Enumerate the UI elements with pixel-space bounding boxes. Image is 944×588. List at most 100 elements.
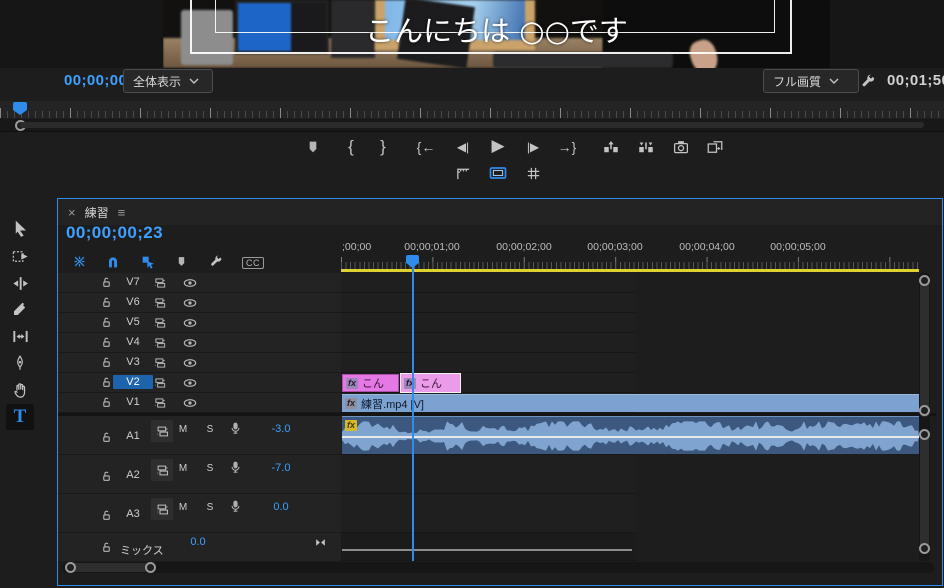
track-output-eye-icon[interactable] <box>182 395 198 411</box>
audio-clip-a1[interactable]: fx <box>342 416 919 454</box>
track-output-eye-icon[interactable] <box>182 295 198 311</box>
h-scroll-thumb[interactable] <box>68 563 152 572</box>
pen-tool[interactable] <box>6 350 34 376</box>
solo-button[interactable]: S <box>203 502 217 513</box>
track-lock-icon[interactable] <box>100 470 113 483</box>
captions-button[interactable]: CC <box>240 252 266 273</box>
linked-selection-button[interactable] <box>135 251 161 272</box>
play-button[interactable]: ▶ <box>485 134 511 158</box>
video-scroll-thumb[interactable] <box>920 277 929 417</box>
graphic-clip-2-selected[interactable]: fx こん <box>400 373 461 393</box>
track-output-eye-icon[interactable] <box>182 275 198 291</box>
track-name[interactable]: V7 <box>113 275 153 289</box>
go-to-in-button[interactable]: {← <box>413 135 439 159</box>
timeline-lane-v3[interactable] <box>341 353 636 373</box>
timeline-timecode[interactable]: 00;00;00;23 <box>66 223 163 243</box>
volume-rubber-band[interactable] <box>342 436 919 438</box>
program-monitor-preview[interactable]: こんにちは ○○です <box>163 0 830 68</box>
panel-menu-icon[interactable]: ≡ <box>118 205 126 220</box>
timeline-horizontal-scrollbar[interactable] <box>62 562 934 573</box>
timeline-settings-button[interactable] <box>202 251 228 272</box>
track-lock-icon[interactable] <box>100 316 113 329</box>
hand-tool[interactable] <box>6 377 34 403</box>
track-lock-icon[interactable] <box>100 396 113 409</box>
track-name[interactable]: A2 <box>113 468 153 482</box>
sync-lock-icon[interactable] <box>151 420 173 442</box>
grid-button[interactable] <box>520 161 546 185</box>
caption-text[interactable]: こんにちは ○○です <box>163 8 830 50</box>
track-lock-icon[interactable] <box>100 296 113 309</box>
master-volume-band[interactable] <box>342 549 632 551</box>
track-lock-icon[interactable] <box>100 276 113 289</box>
voiceover-mic-icon[interactable] <box>228 499 243 514</box>
monitor-zoom-select[interactable]: 全体表示 <box>123 69 213 93</box>
collapse-tracks-icon[interactable] <box>314 536 327 549</box>
go-to-out-button[interactable]: →} <box>554 135 580 159</box>
track-lock-icon[interactable] <box>100 376 113 389</box>
selection-tool[interactable] <box>6 215 34 241</box>
track-name[interactable]: V3 <box>113 355 153 369</box>
solo-button[interactable]: S <box>203 424 217 435</box>
track-output-eye-icon[interactable] <box>182 315 198 331</box>
monitor-settings-button[interactable] <box>856 70 878 92</box>
scroll-handle[interactable] <box>919 275 930 286</box>
add-marker-button[interactable] <box>300 135 326 159</box>
track-name[interactable]: V5 <box>113 315 153 329</box>
lift-button[interactable] <box>598 135 624 159</box>
scroll-handle[interactable] <box>919 543 930 554</box>
track-select-forward-tool[interactable] <box>6 243 34 269</box>
track-lock-icon[interactable] <box>100 509 113 522</box>
extract-button[interactable] <box>633 135 659 159</box>
track-name[interactable]: V4 <box>113 335 153 349</box>
track-lock-icon[interactable] <box>100 356 113 369</box>
nest-toggle-button[interactable] <box>66 251 92 272</box>
track-lock-icon[interactable] <box>100 541 113 554</box>
sync-lock-icon[interactable] <box>153 376 167 390</box>
sync-lock-icon[interactable] <box>153 316 167 330</box>
timeline-tab-label[interactable]: 練習 <box>85 204 109 221</box>
mix-track-name[interactable]: ミックス <box>120 542 164 558</box>
timeline-lane-mix[interactable] <box>341 533 636 561</box>
sync-lock-icon[interactable] <box>153 276 167 290</box>
timeline-lane-v6[interactable] <box>341 293 636 313</box>
timeline-lane-v5[interactable] <box>341 313 636 333</box>
track-output-eye-icon[interactable] <box>182 335 198 351</box>
track-lock-icon[interactable] <box>100 336 113 349</box>
monitor-time-ruler[interactable] <box>0 101 944 118</box>
timeline-lane-a2[interactable] <box>341 455 636 494</box>
track-lock-icon[interactable] <box>100 431 113 444</box>
timeline-ruler[interactable]: ;00;00 00;00;01;00 00;00;02;00 00;00;03;… <box>341 239 936 273</box>
step-back-button[interactable]: ◀| <box>450 135 476 159</box>
monitor-zoom-scrollbar[interactable] <box>0 119 944 131</box>
track-gain-value[interactable]: -7.0 <box>253 462 309 474</box>
track-name[interactable]: A1 <box>113 429 153 443</box>
scroll-handle[interactable] <box>919 429 930 440</box>
sync-lock-icon[interactable] <box>151 498 173 520</box>
timeline-playhead-line[interactable] <box>412 267 414 561</box>
audio-scroll-thumb[interactable] <box>920 431 929 551</box>
track-name-targeted[interactable]: V2 <box>113 375 153 389</box>
close-icon[interactable]: × <box>68 205 76 220</box>
timeline-lane-v7[interactable] <box>341 273 636 293</box>
video-clip-v1[interactable]: fx 練習.mp4 [V] <box>342 394 919 412</box>
add-marker-button-timeline[interactable] <box>168 251 194 272</box>
sync-lock-icon[interactable] <box>153 356 167 370</box>
type-tool[interactable]: T <box>6 404 34 430</box>
timeline-lane-v4[interactable] <box>341 333 636 353</box>
mark-out-button[interactable]: } <box>370 135 396 159</box>
sync-lock-icon[interactable] <box>151 459 173 481</box>
h-scroll-handle-left[interactable] <box>65 562 76 573</box>
mute-button[interactable]: M <box>176 463 190 474</box>
track-output-eye-icon[interactable] <box>182 355 198 371</box>
mix-gain-value[interactable]: 0.0 <box>170 536 226 548</box>
mark-in-button[interactable]: { <box>338 135 364 159</box>
voiceover-mic-icon[interactable] <box>228 421 243 436</box>
step-forward-button[interactable]: |▶ <box>520 135 546 159</box>
track-gain-value[interactable]: -3.0 <box>253 423 309 435</box>
track-gain-value[interactable]: 0.0 <box>253 501 309 513</box>
active-overlay-button[interactable] <box>485 161 511 185</box>
h-scroll-handle-right[interactable] <box>145 562 156 573</box>
ripple-edit-tool[interactable] <box>6 270 34 296</box>
track-name[interactable]: V6 <box>113 295 153 309</box>
safe-margins-button[interactable] <box>450 161 476 185</box>
